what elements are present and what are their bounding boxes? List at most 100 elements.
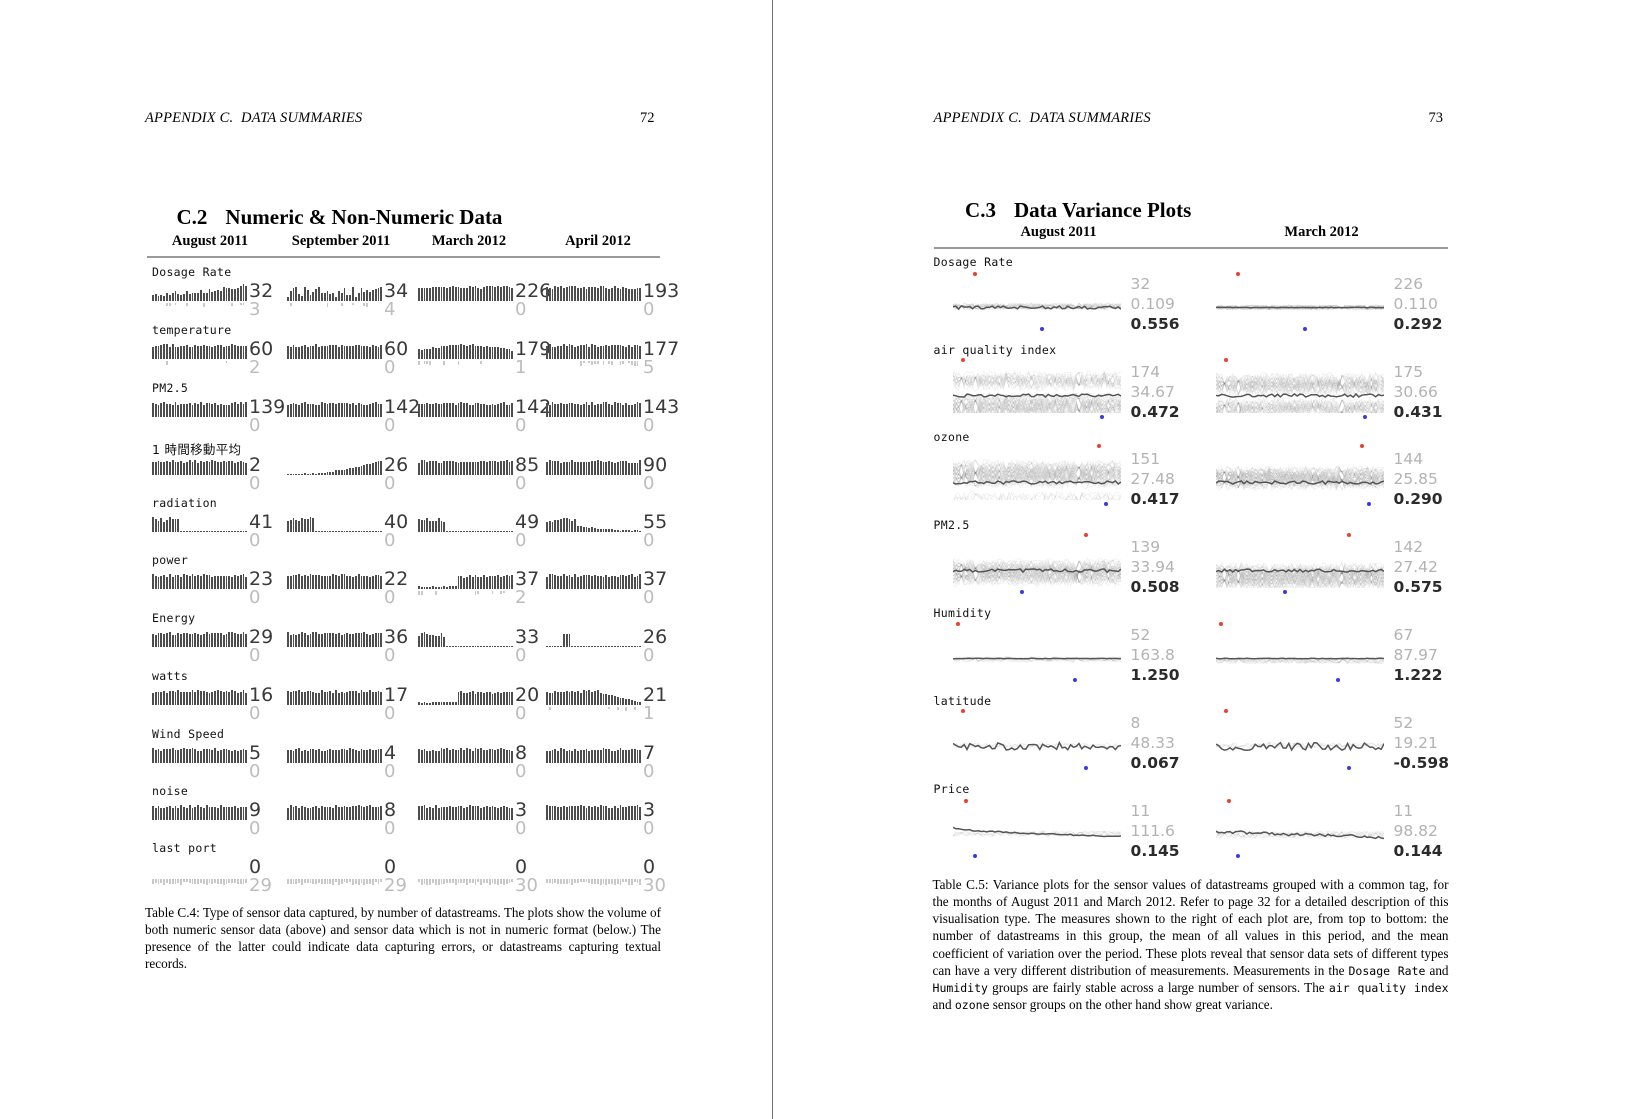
mean-value: 163.8 [1130,645,1175,664]
numeric-sparkbar-r9-c2 [418,804,514,820]
nonnumeric-sparkbar-r2-c0 [152,419,248,428]
min-marker-dot-r2-c1 [1366,502,1371,506]
coefficient-of-variation: 0.067 [1130,753,1180,772]
nonnumeric-sparkbar-r8-c3 [546,765,642,774]
variance-row-label-1: air quality index [933,343,1057,357]
variance-stats-r5-c0: 8 48.33 0.067 [1131,714,1180,773]
coefficient-of-variation: 1.222 [1393,665,1443,684]
max-marker-dot-r5-c1 [1223,708,1228,713]
section-title: Numeric & Non-Numeric Data [225,205,503,229]
nonnumeric-sparkbar-r4-c1 [287,534,383,543]
section-number: C.2 [176,205,208,229]
datastream-count: 8 [1130,714,1141,732]
nonnumeric-sparkbar-r9-c0 [152,822,248,831]
min-marker-dot-r0-c1 [1302,327,1307,331]
variance-plot-r2-c1 [1215,454,1384,500]
nonnumeric-sparkbar-r3-c3 [546,477,642,486]
nonnumeric-sparkbar-r1-c3 [546,361,642,370]
nonnumeric-value-r1-c3: 5 [643,357,655,378]
min-marker-dot-r3-c0 [1019,590,1024,594]
variance-plot-r5-c0 [952,718,1121,764]
variance-plot-r2-c0 [952,454,1121,506]
numeric-sparkbar-r5-c1 [287,573,383,589]
datastream-count: 52 [1130,626,1151,644]
row-label-10: last port [152,841,218,855]
left-page: APPENDIX C. DATA SUMMARIES 72 C.2 Numeric… [0,0,772,1119]
numeric-sparkbar-r3-c2 [418,459,514,475]
max-marker-dot-r2-c1 [1360,444,1364,449]
left-column-header-2: March 2012 [431,233,507,249]
numeric-sparkbar-r0-c3 [546,285,642,301]
coefficient-of-variation: 0.431 [1393,402,1443,421]
variance-stats-r6-c0: 11 111.6 0.145 [1131,802,1180,861]
caption-tag-dosage-rate: Dosage Rate [1348,963,1426,978]
nonnumeric-value-r0-c0: 3 [249,299,261,320]
min-marker-dot-r4-c1 [1336,678,1341,682]
variance-stats-r1-c1: 175 30.66 0.431 [1394,363,1443,422]
mean-value: 27.48 [1130,469,1175,488]
numeric-sparkbar-r6-c2 [418,631,514,647]
coefficient-of-variation: 0.145 [1130,841,1180,860]
mean-value: 33.94 [1130,557,1175,576]
caption-text-3: groups are fairly stable across a large … [987,979,1329,995]
nonnumeric-sparkbar-r7-c3 [546,707,642,716]
max-marker-dot-r1-c0 [960,358,965,363]
variance-row-label-0: Dosage Rate [933,255,1013,269]
max-marker-dot-r6-c0 [964,798,969,803]
numeric-sparkbar-r1-c2 [418,343,514,359]
min-marker-dot-r4-c0 [1073,678,1078,682]
datastream-count: 11 [1130,802,1151,820]
coefficient-of-variation: 0.290 [1393,489,1443,508]
datastream-count: 144 [1393,450,1424,468]
nonnumeric-sparkbar-r8-c0 [152,765,248,774]
mean-value: 87.97 [1393,645,1438,664]
nonnumeric-sparkbar-r3-c0 [152,477,248,486]
numeric-sparkbar-r1-c0 [152,343,248,359]
coefficient-of-variation: 0.144 [1393,841,1443,860]
numeric-sparkbar-r5-c3 [546,573,642,589]
coefficient-of-variation: -0.598 [1393,753,1449,772]
variance-plot-r1-c1 [1215,367,1384,421]
nonnumeric-value-r7-c1: 0 [384,703,396,724]
numeric-sparkbar-r9-c1 [287,804,383,820]
max-marker-dot-r0-c1 [1235,272,1240,277]
mean-value: 25.85 [1393,469,1438,488]
caption-tag-humidity: Humidity [932,980,988,995]
datastream-count: 175 [1393,363,1424,381]
nonnumeric-sparkbar-r10-c2 [418,879,514,888]
row-label-4: radiation [152,496,218,510]
nonnumeric-value-r6-c3: 0 [643,645,655,666]
variance-plot-r0-c0 [952,279,1121,325]
variance-stats-r3-c1: 142 27.42 0.575 [1394,538,1443,597]
nonnumeric-value-r1-c1: 0 [384,357,396,378]
row-label-1: temperature [152,323,232,337]
numeric-sparkbar-r2-c2 [418,401,514,417]
variance-stats-r2-c1: 144 25.85 0.290 [1394,450,1443,509]
datastream-count: 11 [1393,802,1414,820]
right-column-header-1: March 2012 [1284,224,1359,240]
numeric-sparkbar-r7-c3 [546,689,642,705]
variance-plot-r0-c1 [1215,279,1384,325]
nonnumeric-sparkbar-r7-c2 [418,707,514,716]
numeric-sparkbar-r2-c1 [287,401,383,417]
nonnumeric-sparkbar-r5-c3 [546,591,642,600]
table-c5-caption: Table C.5: Variance plots for the sensor… [933,876,1449,1013]
numeric-sparkbar-r5-c2 [418,573,514,589]
nonnumeric-sparkbar-r5-c1 [287,591,383,600]
nonnumeric-sparkbar-r9-c2 [418,822,514,831]
variance-plot-r4-c1 [1215,630,1384,676]
numeric-sparkbar-r0-c1 [287,285,383,301]
row-label-2: PM2.5 [152,381,189,395]
numeric-sparkbar-r1-c1 [287,343,383,359]
nonnumeric-sparkbar-r10-c1 [287,879,383,888]
row-label-7: watts [152,669,189,683]
max-marker-dot-r5-c0 [960,708,965,713]
nonnumeric-value-r5-c2: 2 [515,587,527,608]
variance-plot-r6-c1 [1215,806,1384,852]
nonnumeric-value-r1-c0: 2 [249,357,261,378]
nonnumeric-value-r4-c3: 0 [643,530,655,551]
nonnumeric-value-r4-c2: 0 [515,530,527,551]
nonnumeric-value-r3-c1: 0 [384,473,396,494]
variance-plot-r1-c0 [952,367,1121,422]
nonnumeric-sparkbar-r2-c3 [546,419,642,428]
